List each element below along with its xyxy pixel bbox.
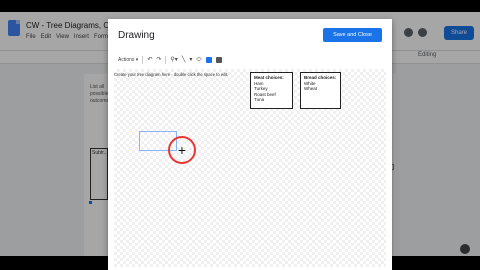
meat-item: Tuna xyxy=(254,97,265,102)
toolbar-divider xyxy=(165,55,167,64)
redo-icon[interactable]: ↷ xyxy=(156,56,161,64)
toolbar-divider xyxy=(142,55,144,64)
bread-choices-box[interactable]: Bread choices: White Wheat xyxy=(300,72,341,109)
image-icon[interactable] xyxy=(215,56,222,63)
bread-choices-header: Bread choices: xyxy=(304,75,337,80)
drawing-dialog: Drawing Save and Close Actions ▾ ↶ ↷ ⚲▾ … xyxy=(108,19,392,270)
dialog-title: Drawing xyxy=(118,30,155,41)
line-dropdown-icon[interactable]: ▾ xyxy=(189,56,192,64)
meat-choices-box[interactable]: Meat choices: Ham Turkey Roast beef Tuna xyxy=(250,72,293,109)
actions-menu[interactable]: Actions ▾ xyxy=(118,57,138,63)
crosshair-cursor-icon: + xyxy=(177,142,187,158)
save-and-close-button[interactable]: Save and Close xyxy=(323,28,382,42)
line-icon[interactable]: ╲ xyxy=(182,56,186,64)
text-box-icon[interactable] xyxy=(205,56,212,63)
drawing-toolbar: Actions ▾ ↶ ↷ ⚲▾ ╲ ▾ ⬭ xyxy=(114,53,386,66)
zoom-icon[interactable]: ⚲▾ xyxy=(170,56,177,64)
bread-item: Wheat xyxy=(304,86,318,91)
undo-icon[interactable]: ↶ xyxy=(147,56,152,64)
canvas-instructions: Create your tree diagram here - double c… xyxy=(114,72,228,77)
shape-icon[interactable]: ⬭ xyxy=(196,56,201,64)
meat-choices-header: Meat choices: xyxy=(254,75,284,80)
drawing-canvas[interactable]: Create your tree diagram here - double c… xyxy=(114,69,386,267)
